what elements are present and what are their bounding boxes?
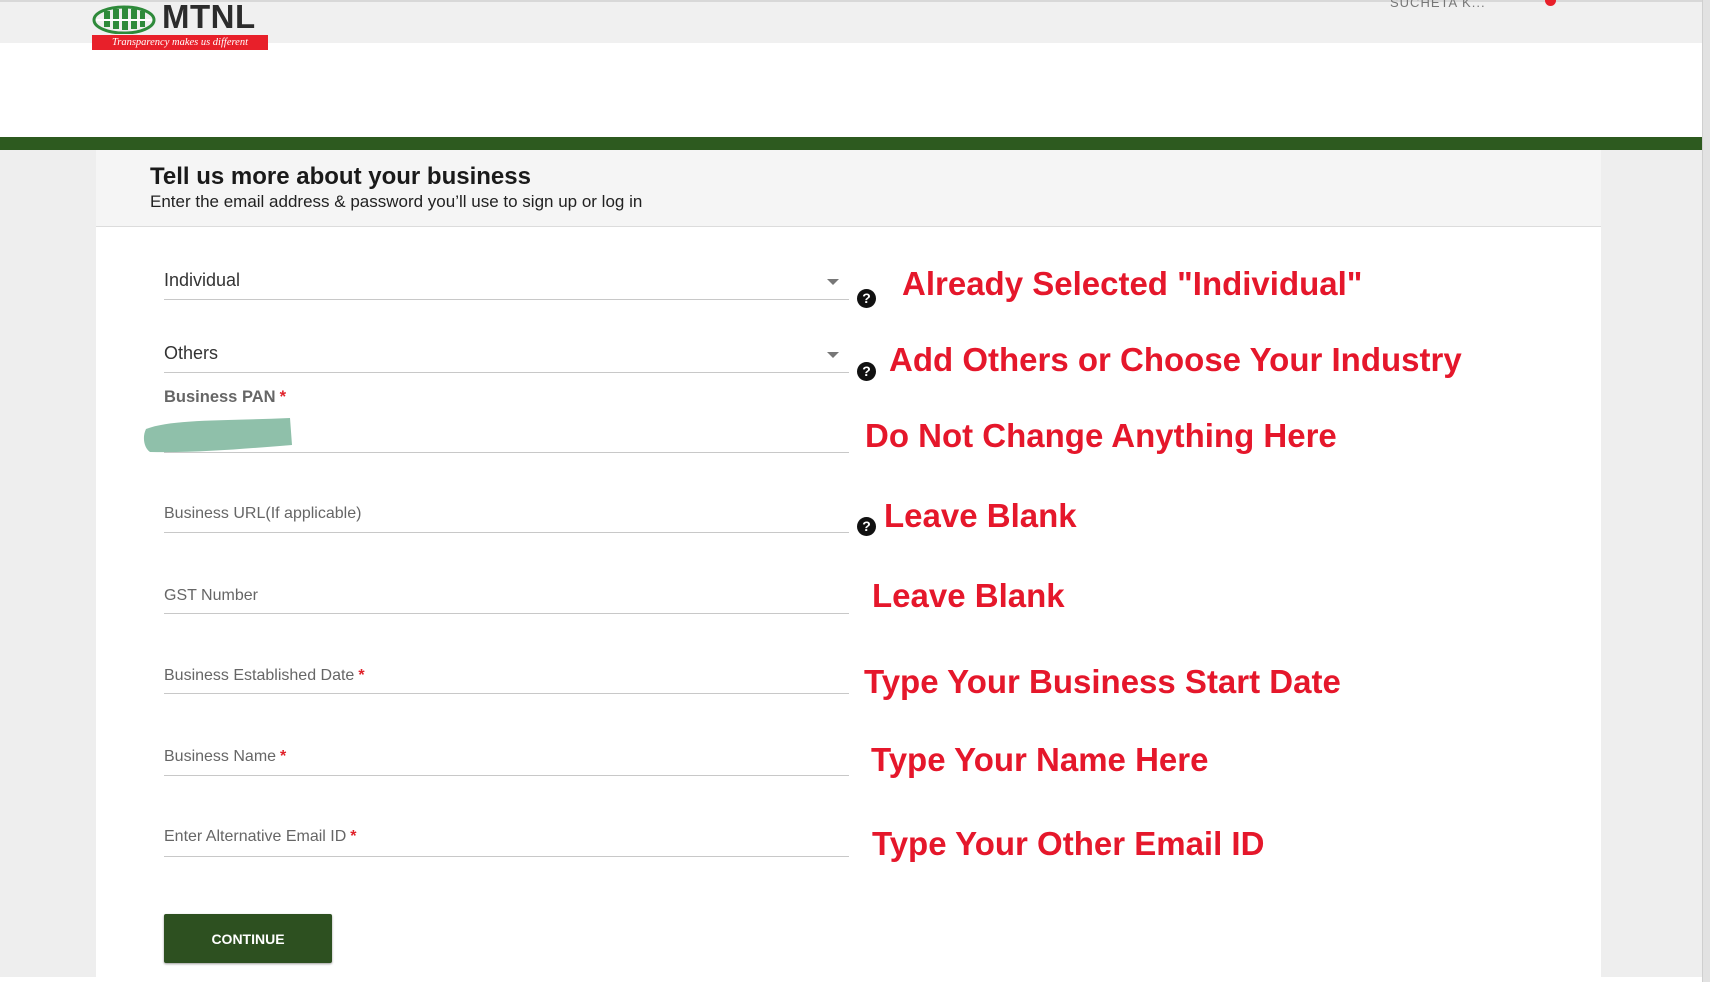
annotation-business-name: Type Your Name Here (871, 741, 1209, 778)
annotation-gst: Leave Blank (872, 577, 1065, 614)
gst-number-label: GST Number (164, 587, 258, 604)
mtnl-logo-icon (92, 5, 156, 34)
business-form-card: Tell us more about your business Enter t… (96, 150, 1601, 977)
chevron-down-icon (827, 352, 839, 358)
annotation-alt-email: Type Your Other Email ID (872, 825, 1265, 862)
business-url-label: Business URL(If applicable) (164, 505, 362, 522)
established-date-label: Business Established Date * (164, 667, 365, 684)
gst-number-input[interactable]: GST Number (164, 575, 849, 614)
business-name-label: Business Name * (164, 748, 287, 765)
card-header: Tell us more about your business Enter t… (96, 150, 1601, 227)
window-edge (1702, 0, 1710, 982)
annotation-business-type: Already Selected "Individual" (902, 265, 1363, 302)
established-date-input[interactable]: Business Established Date * (164, 655, 849, 694)
brand-tagline: Transparency makes us different (92, 35, 268, 50)
industry-value: Others (164, 343, 219, 363)
business-type-select[interactable]: Individual (164, 260, 849, 300)
continue-button[interactable]: CONTINUE (164, 914, 332, 963)
business-type-value: Individual (164, 270, 241, 290)
help-icon[interactable]: ? (857, 517, 876, 536)
alternative-email-input[interactable]: Enter Alternative Email ID * (164, 816, 849, 857)
brand-name: MTNL (162, 0, 256, 35)
annotation-established-date: Type Your Business Start Date (864, 663, 1341, 700)
page-title: Tell us more about your business (150, 163, 531, 190)
business-name-input[interactable]: Business Name * (164, 736, 849, 776)
mtnl-logo[interactable]: MTNL Transparency makes us different (92, 0, 270, 52)
industry-select[interactable]: Others (164, 333, 849, 373)
nav-bar (0, 137, 1702, 150)
user-name[interactable]: SUCHETA K... (1390, 0, 1486, 10)
help-icon[interactable]: ? (857, 289, 876, 308)
chevron-down-icon (827, 279, 839, 285)
business-url-input[interactable]: Business URL(If applicable) (164, 493, 849, 533)
alternative-email-label: Enter Alternative Email ID * (164, 828, 357, 845)
page-subtitle: Enter the email address & password you’l… (150, 192, 643, 211)
annotation-pan: Do Not Change Anything Here (865, 417, 1337, 454)
pan-redaction-mark (143, 418, 292, 453)
help-icon[interactable]: ? (857, 362, 876, 381)
notification-dot[interactable] (1545, 0, 1556, 6)
annotation-industry: Add Others or Choose Your Industry (889, 341, 1462, 378)
top-header: MTNL Transparency makes us different SUC… (0, 0, 1702, 50)
business-pan-label: Business PAN * (164, 388, 286, 406)
annotation-url: Leave Blank (884, 497, 1077, 534)
